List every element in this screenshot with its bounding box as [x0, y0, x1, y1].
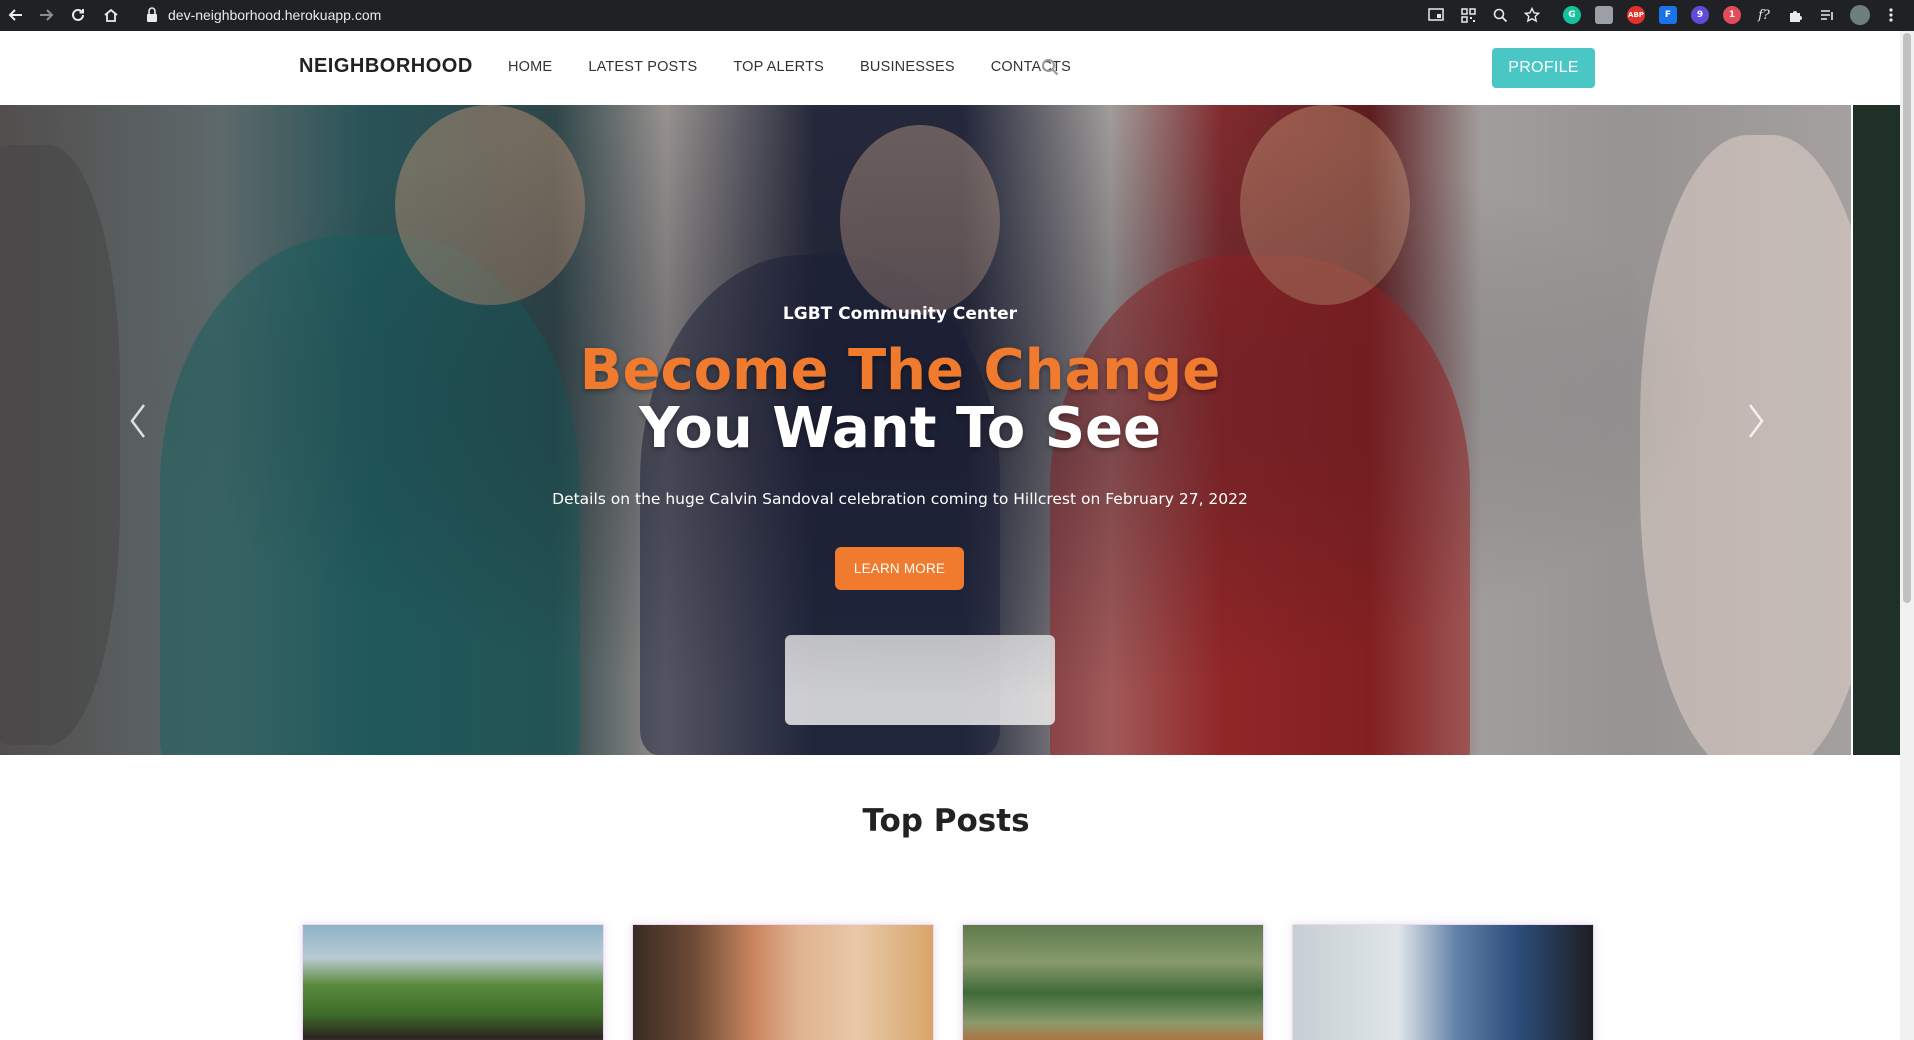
nav-item-home[interactable]: HOME	[508, 59, 552, 75]
back-icon[interactable]	[4, 3, 28, 27]
hero-description: Details on the huge Calvin Sandoval cele…	[552, 490, 1248, 508]
puzzle-icon[interactable]	[1784, 4, 1806, 26]
extension-badge-icon[interactable]: 1	[1721, 4, 1743, 26]
adblock-icon[interactable]: ABP	[1625, 4, 1647, 26]
lock-icon[interactable]	[146, 6, 158, 24]
top-posts-title: Top Posts	[862, 803, 1030, 839]
post-card[interactable]	[1292, 924, 1594, 1040]
hero-title-line2: You Want To See	[639, 396, 1161, 461]
extension-blue-icon[interactable]: F	[1657, 4, 1679, 26]
post-card[interactable]	[632, 924, 934, 1040]
top-posts-cards	[302, 924, 1594, 1040]
kebab-icon[interactable]	[1880, 4, 1902, 26]
post-image-children-playing[interactable]	[303, 925, 603, 1040]
carousel-prev-icon[interactable]	[126, 401, 150, 441]
carousel-next-icon[interactable]	[1744, 401, 1768, 441]
cast-icon[interactable]	[1425, 4, 1447, 26]
site-navbar: NEIGHBORHOOD HOME LATEST POSTS TOP ALERT…	[0, 31, 1900, 105]
profile-button[interactable]: PROFILE	[1492, 48, 1595, 88]
page: NEIGHBORHOOD HOME LATEST POSTS TOP ALERT…	[0, 31, 1900, 1040]
scrollbar-thumb[interactable]	[1903, 33, 1911, 603]
extension-purple-icon[interactable]: 9	[1689, 4, 1711, 26]
zoom-icon[interactable]	[1489, 4, 1511, 26]
playlist-icon[interactable]	[1816, 4, 1838, 26]
function-icon[interactable]: f?	[1753, 4, 1775, 26]
post-image-handshake[interactable]	[1293, 925, 1593, 1040]
learn-more-button[interactable]: LEARN MORE	[835, 547, 964, 590]
post-image-schoolgirls[interactable]	[633, 925, 933, 1040]
address-bar[interactable]: dev-neighborhood.herokuapp.com	[168, 4, 381, 26]
nav-item-top-alerts[interactable]: TOP ALERTS	[733, 59, 824, 75]
hero-title-line1: Become The Change	[579, 338, 1221, 403]
search-icon[interactable]	[1041, 58, 1059, 76]
page-scrollbar[interactable]	[1900, 31, 1914, 1040]
post-card[interactable]	[302, 924, 604, 1040]
hero-carousel: LGBT Community Center Become The Change …	[0, 105, 1851, 755]
hero-subtitle: LGBT Community Center	[782, 304, 1018, 324]
nav-item-latest-posts[interactable]: LATEST POSTS	[588, 59, 697, 75]
main-menu: HOME LATEST POSTS TOP ALERTS BUSINESSES …	[508, 59, 1107, 75]
grammarly-icon[interactable]: G	[1561, 4, 1583, 26]
reload-icon[interactable]	[66, 3, 90, 27]
site-brand[interactable]: NEIGHBORHOOD	[299, 55, 473, 78]
extension-gray-icon[interactable]	[1593, 4, 1615, 26]
post-card[interactable]	[962, 924, 1264, 1040]
next-slide-peek	[1853, 105, 1900, 755]
nav-item-businesses[interactable]: BUSINESSES	[860, 59, 955, 75]
home-icon[interactable]	[99, 3, 123, 27]
browser-toolbar: dev-neighborhood.herokuapp.com G ABP F 9…	[0, 0, 1914, 31]
avatar[interactable]	[1849, 4, 1871, 26]
qr-icon[interactable]	[1457, 4, 1479, 26]
star-icon[interactable]	[1521, 4, 1543, 26]
post-image-garbage-truck[interactable]	[963, 925, 1263, 1040]
forward-icon[interactable]	[34, 3, 58, 27]
